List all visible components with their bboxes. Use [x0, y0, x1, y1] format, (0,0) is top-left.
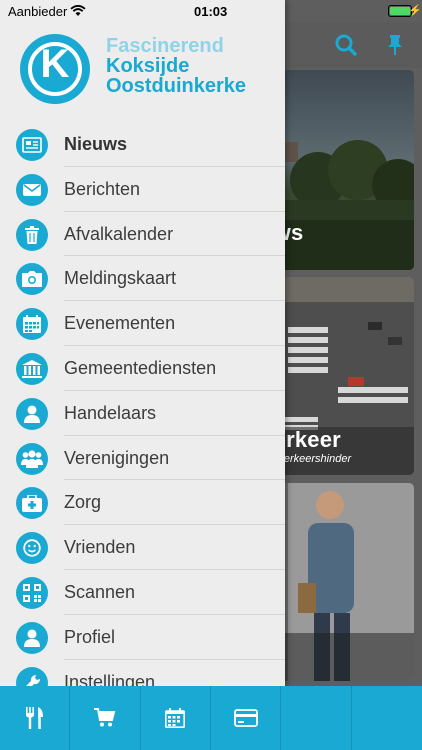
- menu-item-gemeentediensten[interactable]: Gemeentediensten: [0, 346, 285, 391]
- pin-icon[interactable]: [382, 32, 408, 58]
- medkit-icon: [16, 487, 48, 520]
- menu-item-zorg[interactable]: Zorg: [0, 480, 285, 526]
- menu-item-label: Evenementen: [64, 313, 176, 334]
- card-icon: [233, 709, 258, 727]
- calendar-icon: [16, 308, 48, 341]
- wifi-icon: [70, 5, 86, 16]
- tab-extra-2[interactable]: [352, 686, 422, 750]
- tab-calendar[interactable]: [141, 686, 212, 750]
- menu-item-scannen[interactable]: Scannen: [0, 570, 285, 615]
- charging-icon: ⚡: [408, 5, 422, 17]
- newspaper-icon: [16, 129, 48, 161]
- tab-shop[interactable]: [70, 686, 141, 750]
- calendar-icon: [165, 708, 186, 728]
- tab-extra[interactable]: [281, 686, 352, 750]
- carrier-label: Aanbieder: [8, 4, 68, 19]
- menu-item-label: Meldingskaart: [64, 268, 177, 289]
- profile-icon: [16, 621, 48, 654]
- group-icon: [16, 442, 48, 475]
- menu-item-label: Scannen: [64, 581, 136, 602]
- menu-item-label: Profiel: [64, 626, 116, 647]
- status-time: 01:03: [194, 4, 228, 19]
- menu-item-label: Zorg: [64, 492, 102, 513]
- smiley-icon: [16, 532, 48, 565]
- status-bar: Aanbieder 01:03 ⚡: [0, 0, 422, 22]
- logo-line-2: Koksijde: [106, 55, 190, 77]
- app-logo: K Fascinerend Koksijde Oostduinkerke: [18, 34, 278, 108]
- qr-icon: [16, 576, 48, 609]
- menu-item-handelaars[interactable]: Handelaars: [0, 391, 285, 436]
- menu-item-vrienden[interactable]: Vrienden: [0, 525, 285, 570]
- menu-item-label: Verenigingen: [64, 447, 170, 468]
- bottom-tab-bar: [0, 686, 422, 750]
- tab-card[interactable]: [211, 686, 282, 750]
- trash-icon: [16, 218, 48, 251]
- logo-wordmark: Fascinerend Koksijde Oostduinkerke: [106, 36, 246, 96]
- logo-emblem: K: [20, 34, 90, 104]
- menu-item-afvalkalender[interactable]: Afvalkalender: [0, 212, 285, 257]
- search-icon[interactable]: [333, 32, 359, 58]
- menu-item-label: Handelaars: [64, 402, 157, 423]
- envelope-icon: [16, 173, 48, 206]
- menu-item-label: Gemeentediensten: [64, 357, 217, 378]
- logo-letter: K: [40, 42, 70, 86]
- restaurant-icon: [25, 707, 43, 729]
- menu-item-label: Nieuws: [64, 134, 128, 154]
- camera-icon: [16, 263, 48, 296]
- navigation-drawer: K Fascinerend Koksijde Oostduinkerke Nie…: [0, 0, 285, 750]
- cart-icon: [94, 708, 116, 727]
- menu-item-meldingskaart[interactable]: Meldingskaart: [0, 256, 285, 302]
- menu-item-label: Berichten: [64, 178, 141, 199]
- menu-item-verenigingen[interactable]: Verenigingen: [0, 436, 285, 481]
- menu-item-label: Vrienden: [64, 537, 136, 558]
- menu-item-nieuws[interactable]: Nieuws: [0, 122, 285, 167]
- drawer-menu: Nieuws Berichten Afvalkalender Meldingsk…: [0, 122, 285, 704]
- menu-item-evenementen[interactable]: Evenementen: [0, 301, 285, 346]
- menu-item-label: Afvalkalender: [64, 223, 174, 244]
- logo-line-3: Oostduinkerke: [106, 75, 247, 97]
- menu-item-berichten[interactable]: Berichten: [0, 167, 285, 212]
- logo-line-1: Fascinerend: [106, 35, 224, 57]
- building-icon: [16, 352, 48, 385]
- tab-restaurants[interactable]: [0, 686, 71, 750]
- person-icon: [16, 397, 48, 430]
- menu-item-profiel[interactable]: Profiel: [0, 615, 285, 660]
